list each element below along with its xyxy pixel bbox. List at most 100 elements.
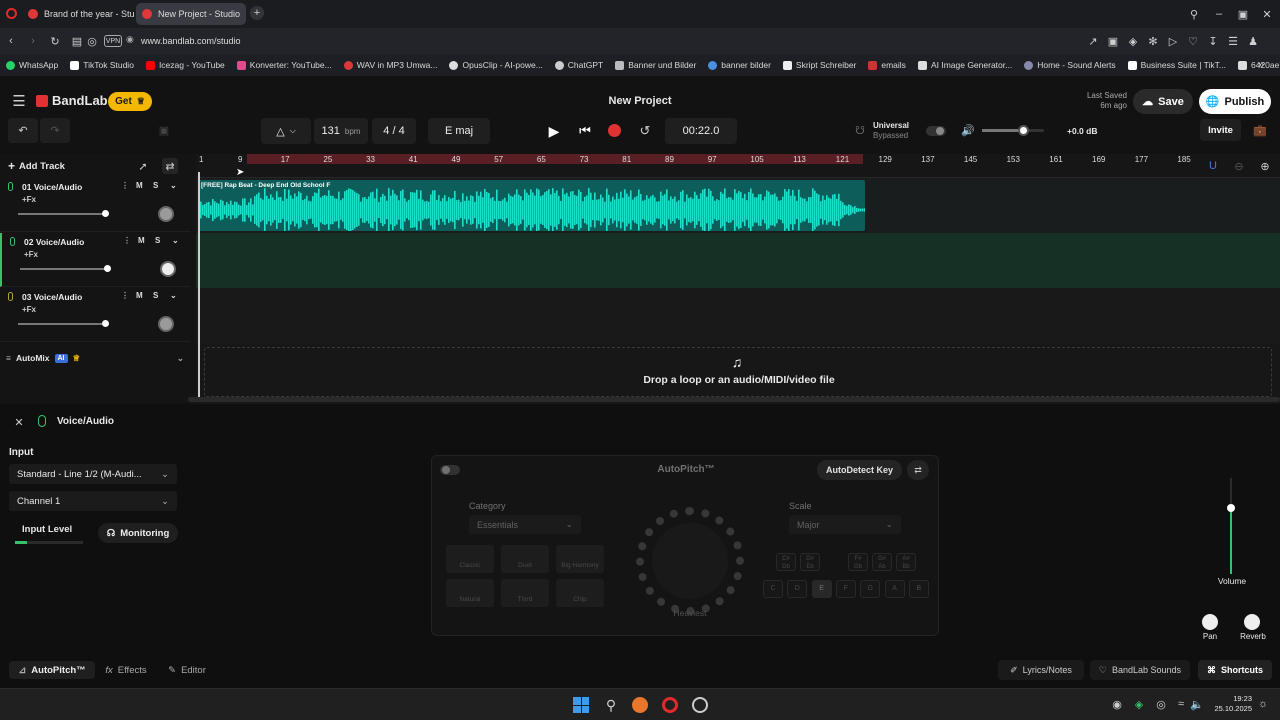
arrangement-view[interactable]: 1 9 17 25 33 41 49 57 65 73 81 89 97 105 113 121 129 137 1… [188,154,1280,404]
reader-icon[interactable]: ▤ [70,33,84,49]
project-title[interactable]: New Project [540,95,740,107]
track-lane-1[interactable]: [FREE] Rap Beat - Deep End Old School F [196,178,1280,233]
redo-icon[interactable]: ↷ [40,118,70,143]
browser-tab-2[interactable]: New Project - Studio [136,3,246,25]
maximize-icon[interactable]: ▣ [1234,6,1252,22]
extension-icon[interactable]: ✻ [1146,33,1160,49]
bookmark-item[interactable]: banner bilder [708,60,771,70]
time-signature-field[interactable]: 4 / 4 [372,118,416,144]
search-icon[interactable]: ⚲ [602,696,620,714]
loop-region[interactable] [247,154,863,164]
track-volume-knob[interactable] [102,320,109,327]
scale-key-sharp[interactable]: C# Db [776,553,796,571]
vpn-badge[interactable]: VPN [104,35,122,47]
heart-icon[interactable]: ♡ [1186,33,1200,49]
track-header-3[interactable]: 03 Voice/Audio +Fx ⋮ M S ⌄ [0,288,190,342]
tab-effects[interactable]: fx Effects [100,661,152,679]
horizontal-scrollbar[interactable] [188,397,1280,402]
preset-natural[interactable]: Natural [446,579,494,607]
chevron-down-icon[interactable]: ⌄ [170,181,177,190]
chevron-down-icon[interactable]: ⌄ [177,353,184,364]
timeline-ruler[interactable]: 1 9 17 25 33 41 49 57 65 73 81 89 97 105 113 121 129 137 1… [196,154,1280,178]
chevron-down-icon[interactable]: ⌄ [170,291,177,300]
preset-big-harmony[interactable]: Big Harmony [556,545,604,573]
track-header-1[interactable]: 01 Voice/Audio +Fx ⋮ M S ⌄ [0,178,190,232]
close-window-icon[interactable]: ✕ [1258,6,1276,22]
lyrics-notes-button[interactable]: ✐ Lyrics/Notes [998,660,1084,680]
chevron-down-icon[interactable]: ⌄ [172,236,179,245]
bookmark-item[interactable]: WhatsApp [6,60,58,70]
clock[interactable]: 19:23 25.10.2025 [1208,694,1252,714]
bandlab-sounds-button[interactable]: ♡ BandLab Sounds [1090,660,1190,680]
bookmark-item[interactable]: Konverter: YouTube... [236,60,332,70]
zoom-in-icon[interactable]: ⊕ [1258,158,1272,174]
reload-icon[interactable]: ↻ [48,33,62,49]
track-name[interactable]: 03 Voice/Audio [22,292,82,302]
bookmark-item[interactable]: Home - Sound Alerts [1024,60,1116,70]
save-button[interactable]: ☁ Save [1133,89,1193,114]
monitoring-button[interactable]: ☊ Monitoring [98,523,178,543]
automix-row[interactable]: ≡ AutoMix AI ♕ ⌄ [6,350,184,366]
skip-to-start-icon[interactable]: ⏮ [576,122,594,140]
mute-button[interactable]: M [136,181,143,190]
channel-select[interactable]: Channel 1 ⌄ [9,491,177,511]
autopitch-power-toggle[interactable] [440,465,460,475]
audio-clip[interactable]: [FREE] Rap Beat - Deep End Old School F [198,180,865,231]
solo-button[interactable]: S [155,236,160,245]
scale-key-sharp[interactable]: A# Bb [896,553,916,571]
scale-key[interactable]: E [811,580,832,598]
hamburger-menu-icon[interactable]: ☰ [10,93,28,110]
profile-icon[interactable]: ♟ [1246,33,1260,49]
get-membership-button[interactable]: Get ♕ [108,92,152,111]
bookmark-item[interactable]: TikTok Studio [70,60,134,70]
solo-button[interactable]: S [153,291,158,300]
track-name[interactable]: 02 Voice/Audio [24,237,84,247]
track-volume-slider[interactable] [18,213,106,215]
tempo-field[interactable]: 131 bpm [314,118,368,144]
playhead[interactable] [198,172,200,402]
bookmark-item[interactable]: Icezag - YouTube [145,60,225,70]
back-icon[interactable]: ‹ [4,33,18,49]
time-display[interactable]: 00:22.0 [665,118,737,144]
add-track-button[interactable]: + Add Track [8,158,65,174]
url-text[interactable]: www.bandlab.com/studio [141,36,241,46]
more-bookmarks-icon[interactable]: » [1254,57,1268,73]
track-lane-2[interactable] [196,233,1280,288]
add-fx-button[interactable]: +Fx [24,250,38,259]
track-lane-3[interactable] [196,288,1280,343]
site-info-icon[interactable]: ◉ [126,34,140,48]
close-panel-icon[interactable]: ✕ [12,415,26,429]
minimize-icon[interactable]: – [1210,6,1228,22]
tab-editor[interactable]: ✎ Editor [162,661,212,679]
play-icon[interactable]: ▷ [1166,33,1180,49]
opera-logo-icon[interactable] [4,6,18,20]
track-pan-knob[interactable] [158,206,174,222]
undo-icon[interactable]: ↶ [8,118,38,143]
bookmark-item[interactable]: AI Image Generator... [917,60,1012,70]
new-tab-plus-icon[interactable]: + [250,6,264,20]
solo-button[interactable]: S [153,181,158,190]
autopitch-settings-icon[interactable]: ⇄ [907,460,929,480]
bookmark-item[interactable]: OpusClip - AI-powe... [449,60,543,70]
autodetect-key-button[interactable]: AutoDetect Key [817,460,902,480]
snap-magnet-icon[interactable]: U [1206,158,1220,174]
search-tabs-icon[interactable]: ⚲ [1186,6,1202,22]
tray-security-icon[interactable]: ◈ [1132,697,1146,711]
bookmark-item[interactable]: WAV in MP3 Umwa... [343,60,437,70]
scale-key[interactable]: F [835,580,856,598]
shortcuts-button[interactable]: ⌘ Shortcuts [1198,660,1272,680]
universal-toggle[interactable] [926,126,946,136]
windows-start-icon[interactable] [573,697,589,713]
reverb-knob[interactable] [1244,614,1260,630]
add-fx-button[interactable]: +Fx [22,195,36,204]
scale-key[interactable]: C [763,580,783,598]
browser-tab-1[interactable]: Brand of the year - Studio [22,3,134,25]
preset-classic[interactable]: Classic [446,545,494,573]
firefox-icon[interactable] [632,697,648,713]
tray-wifi-icon[interactable]: ≈ [1174,697,1188,711]
zoom-out-icon[interactable]: ⊖ [1232,158,1246,174]
automation-icon[interactable]: ➚ [136,158,150,174]
metronome-button[interactable]: △ ⌵ [261,118,311,144]
track-volume-knob[interactable] [104,265,111,272]
tray-app-icon[interactable]: ◉ [1110,697,1124,711]
